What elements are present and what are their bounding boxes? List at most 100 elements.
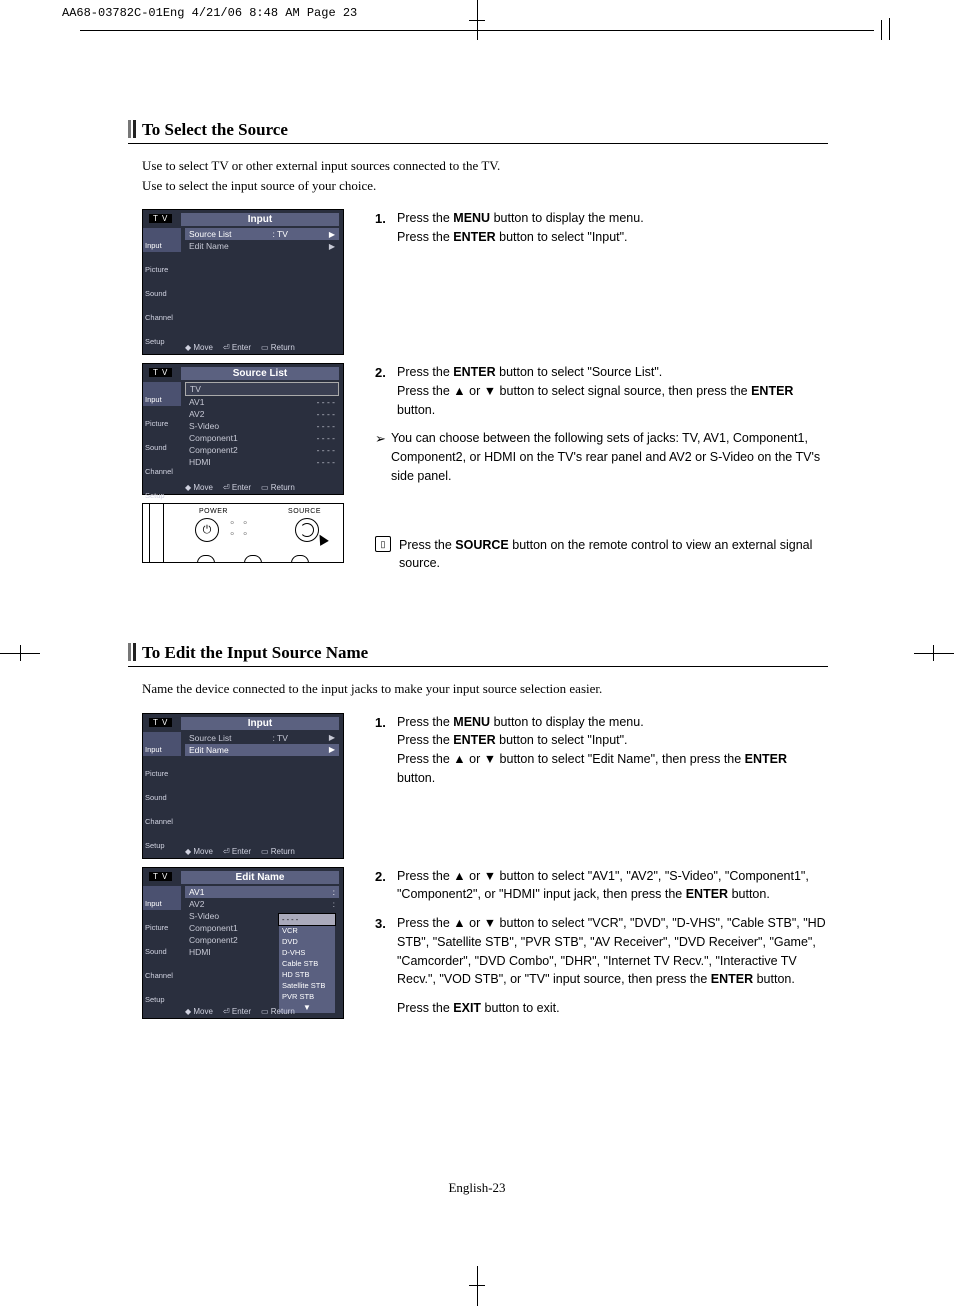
osd-side-sound: Sound xyxy=(143,276,181,300)
osd-foot-move: ◆ Move xyxy=(185,847,213,856)
section-intro: Name the device connected to the input j… xyxy=(142,679,828,699)
osd-tv-label: T V xyxy=(149,214,172,223)
dropdown-item: PVR STB xyxy=(279,991,335,1002)
osd-side-channel: Channel xyxy=(143,804,181,828)
trim-edge xyxy=(881,20,882,40)
osd-foot-move: ◆ Move xyxy=(185,483,213,492)
osd-side-channel: Channel xyxy=(143,454,181,478)
section-intro: Use to select TV or other external input… xyxy=(142,156,828,195)
intro-line: Use to select TV or other external input… xyxy=(142,158,500,173)
osd-foot-enter: ⏎ Enter xyxy=(223,847,251,856)
osd-row-av1: AV1: xyxy=(185,886,339,898)
osd-side-picture: Picture xyxy=(143,756,181,780)
remote-power-label: POWER xyxy=(199,508,228,515)
step-number: 3. xyxy=(375,914,397,1018)
remote-icon: ▯ xyxy=(375,536,391,552)
intro-line: Use to select the input source of your c… xyxy=(142,178,376,193)
osd-side-sound: Sound xyxy=(143,780,181,804)
dropdown-item: HD STB xyxy=(279,969,335,980)
osd-row-source-list: Source List: TV▶ xyxy=(185,732,339,744)
osd-side-picture: Picture xyxy=(143,252,181,276)
osd-row-av2: AV2: xyxy=(185,898,339,910)
osd-title: Edit Name xyxy=(181,871,339,884)
osd-side-input: Input xyxy=(143,886,181,910)
osd-row-hdmi: HDMI- - - - xyxy=(185,456,339,468)
crop-mark xyxy=(477,1266,478,1306)
osd-foot-move: ◆ Move xyxy=(185,343,213,352)
step-number: 1. xyxy=(375,713,397,788)
osd-foot-move: ◆ Move xyxy=(185,1007,213,1016)
step-number: 2. xyxy=(375,363,397,419)
section-title-edit-name: To Edit the Input Source Name xyxy=(128,643,828,663)
osd-side-picture: Picture xyxy=(143,406,181,430)
osd-figure-input-editname: T V Input Input Picture Sound Channel Se… xyxy=(142,713,344,859)
osd-figure-edit-name: T V Edit Name Input Picture Sound Channe… xyxy=(142,867,344,1019)
osd-foot-enter: ⏎ Enter xyxy=(223,343,251,352)
crop-mark xyxy=(914,653,954,654)
divider xyxy=(128,666,828,667)
page-number: English-23 xyxy=(0,1180,954,1196)
remote-note: ▯ Press the SOURCE button on the remote … xyxy=(375,536,828,574)
remote-figure: POWER SOURCE ⏻ ∘ ∘∘ ∘ xyxy=(142,503,344,563)
osd-figure-source-list: T V Source List Input Picture Sound Chan… xyxy=(142,363,344,495)
osd-foot-enter: ⏎ Enter xyxy=(223,483,251,492)
osd-row-av1: AV1- - - - xyxy=(185,396,339,408)
trim-edge xyxy=(889,18,890,40)
osd-side-input: Input xyxy=(143,228,181,252)
remote-led-dots: ∘ ∘∘ ∘ xyxy=(229,518,250,540)
section-title-text: To Edit the Input Source Name xyxy=(142,643,368,662)
print-job-header: AA68-03782C-01Eng 4/21/06 8:48 AM Page 2… xyxy=(62,6,357,20)
osd-foot-return: ▭ Return xyxy=(261,847,295,856)
osd-side-sound: Sound xyxy=(143,430,181,454)
crop-mark xyxy=(933,645,934,661)
osd-tv-label: T V xyxy=(149,872,172,881)
crop-mark xyxy=(469,1285,485,1286)
osd-side-input: Input xyxy=(143,382,181,406)
osd-side-input: Input xyxy=(143,732,181,756)
crop-mark xyxy=(469,20,485,21)
osd-row-component2: Component2- - - - xyxy=(185,444,339,456)
osd-foot-enter: ⏎ Enter xyxy=(223,1007,251,1016)
osd-tv-label: T V xyxy=(149,718,172,727)
osd-figure-input: T V Input Input Picture Sound Channel Se… xyxy=(142,209,344,355)
dropdown-item: DVD xyxy=(279,936,335,947)
osd-side-sound: Sound xyxy=(143,934,181,958)
osd-side-setup: Setup xyxy=(143,828,181,852)
osd-side-setup: Setup xyxy=(143,982,181,1006)
note-jacks: ➢ You can choose between the following s… xyxy=(375,429,828,485)
osd-title: Source List xyxy=(181,367,339,380)
osd-row-source-list: Source List: TV▶ xyxy=(185,228,339,240)
osd-tv-label: T V xyxy=(149,368,172,377)
step-1: 1. Press the MENU button to display the … xyxy=(375,209,828,247)
step-3: 3. Press the ▲ or ▼ button to select "VC… xyxy=(375,914,828,1018)
divider xyxy=(128,143,828,144)
osd-title: Input xyxy=(181,717,339,730)
dropdown-item: Satellite STB xyxy=(279,980,335,991)
crop-mark xyxy=(20,645,21,661)
dropdown-item: VCR xyxy=(279,925,335,936)
step-1: 1. Press the MENU button to display the … xyxy=(375,713,828,788)
step-2: 2. Press the ENTER button to select "Sou… xyxy=(375,363,828,419)
osd-row-edit-name: Edit Name▶ xyxy=(185,240,339,252)
osd-dropdown: - - - - VCR DVD D-VHS Cable STB HD STB S… xyxy=(279,914,335,1013)
section-title-select-source: To Select the Source xyxy=(128,120,828,140)
osd-foot-return: ▭ Return xyxy=(261,343,295,352)
dropdown-item: D-VHS xyxy=(279,947,335,958)
step-number: 2. xyxy=(375,867,397,905)
osd-row-component1: Component1- - - - xyxy=(185,432,339,444)
osd-side-channel: Channel xyxy=(143,958,181,982)
osd-side-picture: Picture xyxy=(143,910,181,934)
osd-row-av2: AV2- - - - xyxy=(185,408,339,420)
trim-edge xyxy=(80,30,874,31)
step-2: 2. Press the ▲ or ▼ button to select "AV… xyxy=(375,867,828,905)
step-number: 1. xyxy=(375,209,397,247)
osd-row-svideo: S-Video- - - - xyxy=(185,420,339,432)
osd-foot-return: ▭ Return xyxy=(261,483,295,492)
osd-side-channel: Channel xyxy=(143,300,181,324)
section-title-text: To Select the Source xyxy=(142,120,288,139)
osd-foot-return: ▭ Return xyxy=(261,1007,295,1016)
osd-side-setup: Setup xyxy=(143,324,181,348)
osd-row-edit-name: Edit Name▶ xyxy=(185,744,339,756)
dropdown-item: Cable STB xyxy=(279,958,335,969)
power-button-icon: ⏻ xyxy=(195,518,219,542)
